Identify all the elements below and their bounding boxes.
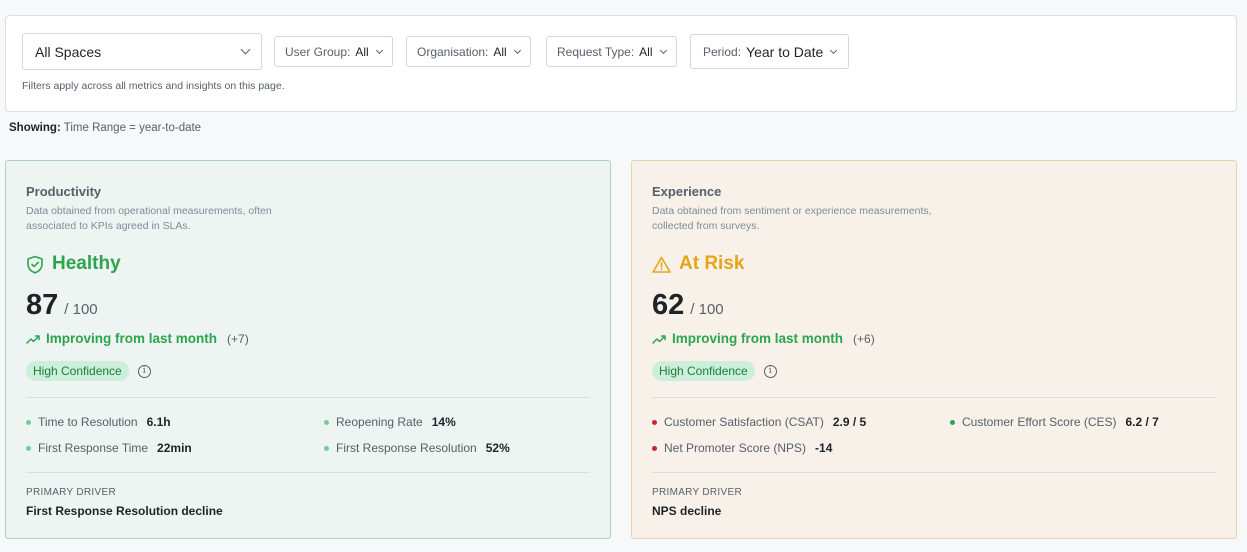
metric-label: Customer Effort Score (CES) [962,415,1117,429]
trend: Improving from last month (+6) [652,331,875,346]
confidence: High Confidence i [26,361,151,381]
chevron-down-icon [513,46,521,54]
score-max: / 100 [64,301,98,318]
experience-card: Experience Data obtained from sentiment … [631,160,1237,539]
chevron-down-icon [240,44,251,55]
divider [26,397,590,398]
metric-label: Time to Resolution [38,415,138,429]
confidence: High Confidence i [652,361,777,381]
status-healthy: Healthy [26,253,121,275]
status-dot [324,419,329,425]
period-value: Year to Date [746,43,824,60]
metric-value: 2.9 / 5 [832,415,867,429]
info-icon[interactable]: i [137,364,151,378]
metric-label: First Response Time [38,441,149,455]
primary-driver-label: PRIMARY DRIVER [652,487,742,498]
card-title: Productivity [26,184,102,199]
request-type-label: Request Type: [557,44,635,59]
status-dot [324,445,329,451]
metric-first-response-time: First Response Time 22min [26,441,192,455]
card-description: Data obtained from operational measureme… [26,205,272,232]
status-label: At Risk [679,253,745,274]
metric-value: 52% [485,441,510,455]
shield-check-icon [27,255,43,274]
trending-up-icon [26,334,40,344]
primary-driver-value: First Response Resolution decline [26,504,223,518]
card-description: Data obtained from sentiment or experien… [652,205,932,232]
trend-delta: (+6) [853,331,875,346]
metric-value: 22min [157,441,192,455]
status-label: Healthy [52,253,121,274]
showing-label: Showing: [9,122,61,134]
request-type-filter[interactable]: Request Type: All [546,36,677,67]
trend-delta: (+7) [227,331,249,346]
trend-label: Improving from last month [46,331,218,346]
filter-bar: All Spaces User Group: All Organisation:… [5,15,1237,112]
metric-label: Reopening Rate [336,415,423,429]
metric-ces: Customer Effort Score (CES) 6.2 / 7 [950,415,1159,429]
showing-text: Time Range = year-to-date [63,122,202,134]
space-select-value: All Spaces [35,43,102,60]
filter-hint: Filters apply across all metrics and ins… [22,80,285,92]
metric-label: Net Promoter Score (NPS) [664,441,807,455]
metric-csat: Customer Satisfaction (CSAT) 2.9 / 5 [652,415,866,429]
chevron-down-icon [659,46,667,54]
metric-value: 14% [431,415,456,429]
metric-first-response-resolution: First Response Resolution 52% [324,441,510,455]
score: 87 / 100 [26,289,98,322]
status-at-risk: At Risk [652,253,744,275]
organisation-filter[interactable]: Organisation: All [406,36,531,67]
status-dot [950,419,955,425]
trend: Improving from last month (+7) [26,331,249,346]
showing-summary: Showing: Time Range = year-to-date [9,122,201,134]
metric-value: -14 [815,441,833,455]
warning-triangle-icon [652,256,671,273]
metric-reopening-rate: Reopening Rate 14% [324,415,456,429]
score-value: 87 [26,289,59,321]
card-title: Experience [652,184,722,199]
confidence-badge: High Confidence [652,361,755,381]
primary-driver-value: NPS decline [652,504,722,518]
trend-label: Improving from last month [672,331,844,346]
status-dot [652,445,657,451]
chevron-down-icon [830,46,838,54]
info-icon[interactable]: i [763,364,777,378]
organisation-label: Organisation: [417,44,489,59]
status-dot [26,445,31,451]
trending-up-icon [652,334,666,344]
primary-driver-label: PRIMARY DRIVER [26,487,116,498]
metric-nps: Net Promoter Score (NPS) -14 [652,441,832,455]
status-dot [652,419,657,425]
score: 62 / 100 [652,289,724,322]
divider [26,472,590,473]
confidence-badge: High Confidence [26,361,129,381]
user-group-label: User Group: [285,44,351,59]
metric-time-to-resolution: Time to Resolution 6.1h [26,415,171,429]
score-value: 62 [652,289,685,321]
period-filter[interactable]: Period: Year to Date [690,34,850,69]
metric-label: Customer Satisfaction (CSAT) [664,415,824,429]
period-label: Period: [703,44,742,59]
user-group-filter[interactable]: User Group: All [274,36,393,67]
user-group-value: All [355,44,369,59]
chevron-down-icon [375,46,383,54]
organisation-value: All [493,44,507,59]
divider [652,472,1216,473]
metric-label: First Response Resolution [336,441,477,455]
divider [652,397,1216,398]
score-max: / 100 [690,301,724,318]
metric-value: 6.1h [146,415,171,429]
space-select[interactable]: All Spaces [22,33,262,70]
productivity-card: Productivity Data obtained from operatio… [5,160,611,539]
metric-value: 6.2 / 7 [1125,415,1159,429]
status-dot [26,419,31,425]
request-type-value: All [639,44,653,59]
